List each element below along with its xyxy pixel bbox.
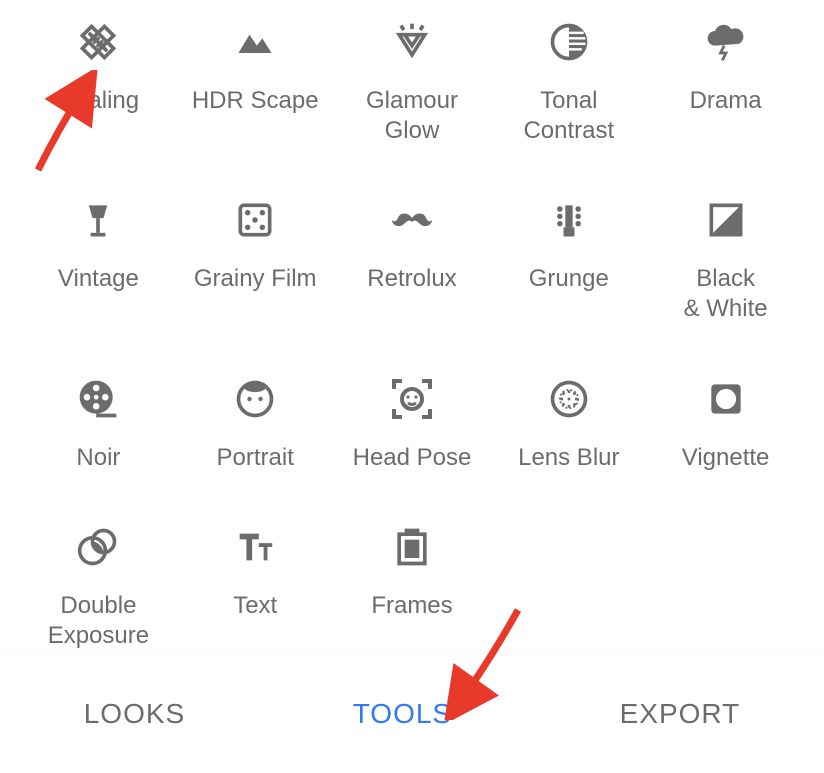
tool-frames[interactable]: Frames: [334, 515, 491, 655]
tool-label: Frames: [371, 591, 452, 621]
tool-grainy-film[interactable]: Grainy Film: [177, 188, 334, 328]
tool-label: GlamourGlow: [366, 86, 458, 146]
bottom-tab-bar: LOOKS TOOLS EXPORT: [0, 655, 824, 773]
dice-icon: [229, 194, 281, 246]
half-circle-icon: [543, 16, 595, 68]
tool-label: Grainy Film: [194, 264, 317, 294]
diamond-sparkle-icon: [386, 16, 438, 68]
tool-label: Lens Blur: [518, 443, 619, 473]
tool-lens-blur[interactable]: Lens Blur: [490, 367, 647, 477]
tool-head-pose[interactable]: Head Pose: [334, 367, 491, 477]
guitar-head-icon: [543, 194, 595, 246]
tool-retrolux[interactable]: Retrolux: [334, 188, 491, 328]
tool-text[interactable]: Text: [177, 515, 334, 655]
face-outline-icon: [229, 373, 281, 425]
mountains-icon: [229, 16, 281, 68]
tool-noir[interactable]: Noir: [20, 367, 177, 477]
tool-portrait[interactable]: Portrait: [177, 367, 334, 477]
tool-label: Text: [233, 591, 277, 621]
tool-label: DoubleExposure: [48, 591, 149, 651]
face-detect-icon: [386, 373, 438, 425]
tab-tools[interactable]: TOOLS: [353, 698, 452, 730]
tool-label: TonalContrast: [523, 86, 614, 146]
tool-hdr-scape[interactable]: HDR Scape: [177, 10, 334, 150]
tab-export[interactable]: EXPORT: [620, 698, 741, 730]
tool-label: Drama: [690, 86, 762, 116]
tool-label: Black& White: [684, 264, 768, 324]
tool-tonal-contrast[interactable]: TonalContrast: [490, 10, 647, 150]
tool-grunge[interactable]: Grunge: [490, 188, 647, 328]
tool-black-white[interactable]: Black& White: [647, 188, 804, 328]
tool-label: Portrait: [217, 443, 294, 473]
tool-label: Healing: [58, 86, 139, 116]
bandage-icon: [72, 16, 124, 68]
tool-double-exposure[interactable]: DoubleExposure: [20, 515, 177, 655]
tool-label: Retrolux: [367, 264, 456, 294]
tool-glamour-glow[interactable]: GlamourGlow: [334, 10, 491, 150]
double-circle-icon: [72, 521, 124, 573]
lamp-icon: [72, 194, 124, 246]
film-reel-icon: [72, 373, 124, 425]
tool-healing[interactable]: Healing: [20, 10, 177, 150]
storm-cloud-icon: [700, 16, 752, 68]
tools-grid: Healing HDR Scape GlamourGlow TonalContr…: [0, 0, 824, 655]
tool-label: Noir: [76, 443, 120, 473]
tool-vintage[interactable]: Vintage: [20, 188, 177, 328]
tool-label: Vintage: [58, 264, 139, 294]
tool-drama[interactable]: Drama: [647, 10, 804, 150]
frame-icon: [386, 521, 438, 573]
vignette-icon: [700, 373, 752, 425]
split-square-icon: [700, 194, 752, 246]
text-tt-icon: [229, 521, 281, 573]
tool-label: Head Pose: [353, 443, 472, 473]
mustache-icon: [386, 194, 438, 246]
tool-label: Grunge: [529, 264, 609, 294]
tool-label: HDR Scape: [192, 86, 319, 116]
tool-label: Vignette: [682, 443, 770, 473]
tool-vignette[interactable]: Vignette: [647, 367, 804, 477]
blur-circle-icon: [543, 373, 595, 425]
tab-looks[interactable]: LOOKS: [84, 698, 185, 730]
